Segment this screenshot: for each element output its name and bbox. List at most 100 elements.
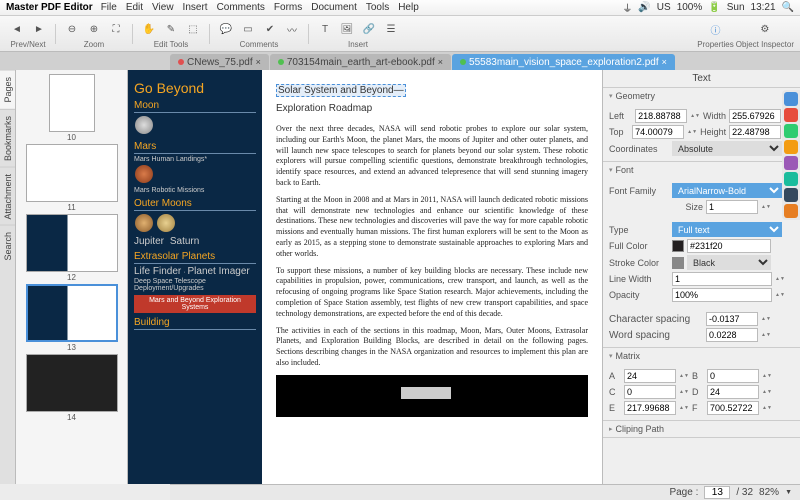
sidetab-search[interactable]: Search	[0, 225, 15, 267]
section-matrix: Matrix A▲▼B▲▼ C▲▼D▲▼ E▲▼F▲▼	[603, 348, 800, 421]
battery-icon[interactable]: 🔋	[708, 2, 720, 13]
iss-image	[276, 375, 588, 417]
dock-finder[interactable]	[784, 92, 798, 106]
geom-top[interactable]	[632, 125, 684, 139]
section-font: Font Font FamilyArialNarrow-Bold Size▲▼ …	[603, 162, 800, 348]
select-tool[interactable]: ⬚	[182, 18, 204, 40]
close-icon[interactable]: ×	[438, 57, 443, 67]
volume-icon[interactable]: 🔊	[638, 2, 650, 13]
flag-icon[interactable]: US	[657, 2, 671, 13]
dock-app2[interactable]	[784, 124, 798, 138]
thumb-10[interactable]: 10	[18, 74, 125, 142]
prev-button[interactable]: ◄	[6, 18, 28, 40]
geom-left[interactable]	[635, 109, 687, 123]
document-tabs: CNews_75.pdf× 703154main_earth_art-ebook…	[0, 52, 800, 70]
properties-button[interactable]: ⓘ	[705, 18, 727, 40]
menu-forms[interactable]: Forms	[274, 2, 302, 13]
opacity[interactable]	[672, 288, 772, 302]
thumb-11[interactable]: 11	[18, 144, 125, 212]
dock-app4[interactable]	[784, 156, 798, 170]
menu-comments[interactable]: Comments	[217, 2, 265, 13]
menu-document[interactable]: Document	[311, 2, 357, 13]
tab-0[interactable]: CNews_75.pdf×	[170, 54, 269, 70]
jupiter-icon	[135, 214, 153, 232]
thumb-13[interactable]: 13	[18, 284, 125, 352]
matrix-e[interactable]	[624, 401, 676, 415]
matrix-f[interactable]	[707, 401, 759, 415]
properties-label: Properties	[697, 40, 733, 49]
sidetab-pages[interactable]: Pages	[0, 70, 15, 109]
menu-file[interactable]: File	[101, 2, 117, 13]
mars-beyond-banner: Mars and Beyond Exploration Systems	[134, 295, 256, 313]
thumbnails-panel: 10 11 12 13 14	[16, 70, 128, 484]
macos-dock	[782, 90, 800, 220]
selected-text[interactable]: Solar System and Beyond—	[276, 84, 406, 97]
sidetab-attachment[interactable]: Attachment	[0, 167, 15, 226]
char-spacing[interactable]	[706, 312, 758, 326]
matrix-b[interactable]	[707, 369, 759, 383]
geom-height[interactable]	[729, 125, 781, 139]
matrix-c[interactable]	[624, 385, 676, 399]
word-spacing[interactable]	[706, 328, 758, 342]
stroke-select[interactable]: Black	[687, 255, 771, 270]
insert-image[interactable]: 🖼	[336, 18, 358, 40]
close-icon[interactable]: ×	[662, 57, 667, 67]
note-tool[interactable]: 💬	[215, 18, 237, 40]
stamp-tool[interactable]: ✔	[259, 18, 281, 40]
tab-2[interactable]: 55583main_vision_space_exploration2.pdf×	[452, 54, 675, 70]
menu-view[interactable]: View	[152, 2, 174, 13]
dock-app7[interactable]	[784, 204, 798, 218]
page-title[interactable]: Solar System and Beyond—Exploration Road…	[276, 80, 588, 116]
next-button[interactable]: ►	[28, 18, 50, 40]
close-icon[interactable]: ×	[256, 57, 261, 67]
font-family-select[interactable]: ArialNarrow-Bold	[672, 183, 782, 198]
dock-app3[interactable]	[784, 140, 798, 154]
thumb-12[interactable]: 12	[18, 214, 125, 282]
font-type-select[interactable]: Full text	[672, 222, 782, 237]
section-outer-moons: Outer Moons	[134, 198, 256, 211]
zoom-out-button[interactable]: ⊖	[61, 18, 83, 40]
object-inspector-button[interactable]: ⚙	[754, 18, 776, 40]
sidetab-bookmarks[interactable]: Bookmarks	[0, 109, 15, 167]
zoom-in-button[interactable]: ⊕	[83, 18, 105, 40]
edit-tool[interactable]: ✎	[160, 18, 182, 40]
page-input[interactable]	[704, 486, 730, 499]
tab-1[interactable]: 703154main_earth_art-ebook.pdf×	[270, 54, 451, 70]
menu-tools[interactable]: Tools	[366, 2, 389, 13]
document-canvas[interactable]: Go Beyond Moon Mars Mars Human Landings*…	[128, 70, 602, 484]
geom-width[interactable]	[729, 109, 781, 123]
zoom-fit-button[interactable]: ⛶	[105, 18, 127, 40]
dock-app1[interactable]	[784, 108, 798, 122]
fill-color[interactable]	[687, 239, 771, 253]
menu-edit[interactable]: Edit	[126, 2, 143, 13]
line-width[interactable]	[672, 272, 772, 286]
stroke-swatch[interactable]	[672, 257, 684, 269]
mars-icon	[135, 165, 153, 183]
dock-app5[interactable]	[784, 172, 798, 186]
search-icon[interactable]: 🔍	[782, 2, 794, 13]
insert-link[interactable]: 🔗	[358, 18, 380, 40]
dock-app6[interactable]	[784, 188, 798, 202]
wifi-icon[interactable]: ⏚	[622, 0, 632, 15]
battery-text: 100%	[677, 2, 703, 13]
menubar-status: ⏚ 🔊 US 100% 🔋 Sun 13:21 🔍	[622, 0, 794, 15]
chevron-down-icon[interactable]: ▼	[785, 489, 792, 496]
matrix-d[interactable]	[707, 385, 759, 399]
section-building: Building	[134, 317, 256, 330]
insert-text[interactable]: T	[314, 18, 336, 40]
matrix-a[interactable]	[624, 369, 676, 383]
menu-insert[interactable]: Insert	[183, 2, 208, 13]
thumb-14[interactable]: 14	[18, 354, 125, 422]
draw-tool[interactable]: 〰	[281, 18, 303, 40]
section-clipping: Cliping Path	[603, 421, 800, 438]
coords-select[interactable]: Absolute	[672, 141, 782, 156]
hand-tool[interactable]: ✋	[138, 18, 160, 40]
font-size[interactable]	[706, 200, 758, 214]
highlight-tool[interactable]: ▭	[237, 18, 259, 40]
menu-help[interactable]: Help	[398, 2, 419, 13]
insert-form[interactable]: ☰	[380, 18, 402, 40]
fill-swatch[interactable]	[672, 240, 684, 252]
comments-label: Comments	[240, 40, 279, 49]
side-tabs: Pages Bookmarks Attachment Search	[0, 70, 16, 484]
spinner[interactable]: ▲▼	[690, 114, 700, 119]
